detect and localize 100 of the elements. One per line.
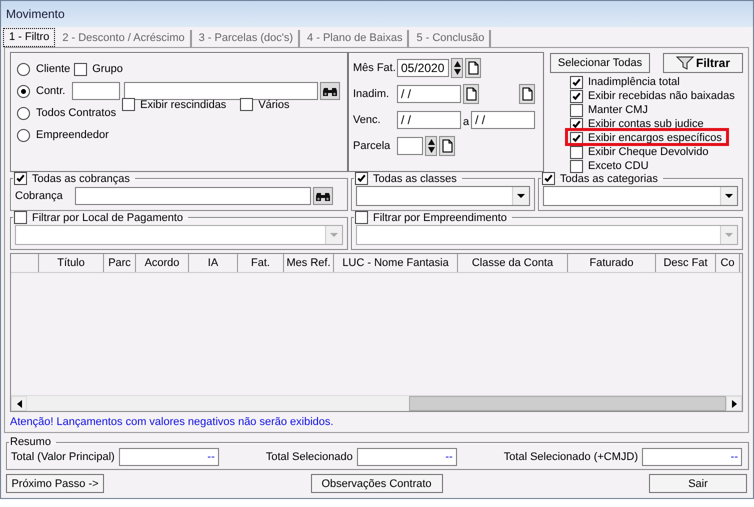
checkbox[interactable] — [355, 211, 368, 224]
search-button[interactable] — [320, 82, 340, 100]
checkbox[interactable] — [14, 211, 27, 224]
select-all-button[interactable]: Selecionar Todas — [550, 53, 650, 73]
exit-button[interactable]: Sair — [649, 474, 747, 493]
dropdown-arrow-icon — [725, 194, 733, 198]
tab[interactable]: 1 - Filtro — [3, 28, 56, 47]
date-field[interactable]: / / — [397, 85, 461, 103]
dropdown-arrow-icon — [517, 194, 525, 198]
checkbox[interactable] — [122, 98, 136, 111]
checkbox-label: Filtrar por Local de Pagamento — [32, 212, 184, 224]
total-field: -- — [356, 448, 457, 466]
binoculars-icon — [322, 85, 338, 97]
total-field: -- — [118, 448, 219, 466]
calendar-button[interactable] — [519, 84, 535, 104]
dropdown-arrow-icon — [725, 233, 733, 237]
calendar-button[interactable] — [439, 136, 455, 156]
funnel-icon — [676, 56, 694, 70]
checkbox[interactable] — [14, 172, 27, 185]
calendar-button[interactable] — [465, 58, 481, 78]
tab[interactable]: 4 - Plano de Baixas — [302, 30, 410, 47]
month-field[interactable]: 05/2020 — [397, 59, 449, 77]
column-header[interactable]: Mes Ref. — [284, 254, 334, 272]
tab[interactable]: 3 - Parcelas (doc's) — [194, 30, 300, 47]
radio-label: Todos Contratos — [36, 107, 116, 119]
window-title: Movimento — [6, 7, 65, 21]
range-separator: a — [463, 116, 470, 128]
radio-button[interactable] — [17, 106, 30, 120]
horizontal-scrollbar[interactable] — [11, 395, 742, 411]
filter-button[interactable]: Filtrar — [663, 53, 743, 73]
column-header[interactable]: Título — [39, 254, 104, 272]
field-label: Venc. — [353, 114, 382, 126]
field-label: Parcela — [353, 140, 392, 152]
calendar-button[interactable] — [463, 84, 479, 104]
checkbox[interactable] — [240, 98, 254, 111]
date-field[interactable]: / / — [397, 111, 461, 129]
categories-dropdown[interactable] — [543, 186, 738, 206]
checkbox-label: Todas as cobranças — [32, 172, 130, 184]
date-field[interactable]: / / — [471, 111, 536, 129]
checkbox[interactable] — [542, 172, 555, 185]
checkbox-label: Todas as categorias — [560, 172, 658, 184]
search-button[interactable] — [312, 187, 333, 205]
next-step-button[interactable]: Próximo Passo -> — [6, 474, 104, 493]
checkbox-label: Exibir Cheque Devolvido — [588, 146, 708, 158]
dropdown-arrow-icon — [330, 233, 338, 237]
radio-button[interactable] — [17, 128, 30, 142]
radio-label: Contr. — [36, 85, 66, 97]
binoculars-icon — [314, 190, 331, 202]
checkbox-label: Exibir contas sub judice — [588, 118, 704, 130]
warning-message: Atenção! Lançamentos com valores negativos não serão exibidos. — [10, 415, 334, 430]
column-header[interactable]: Fat. — [238, 254, 284, 272]
checkbox[interactable] — [74, 62, 88, 76]
scroll-right-icon — [732, 400, 736, 408]
contract-code-field[interactable] — [72, 82, 120, 100]
checkbox[interactable] — [570, 90, 583, 102]
field-label: Mês Fat. — [353, 62, 397, 74]
checkbox-label: Todas as classes — [373, 172, 457, 184]
radio-label: Cliente — [36, 63, 70, 75]
installment-field[interactable] — [397, 137, 423, 155]
checkbox[interactable] — [355, 172, 368, 185]
checkbox-label: Vários — [258, 98, 290, 110]
column-header[interactable]: LUC - Nome Fantasia — [334, 254, 458, 272]
field-label: Total Selecionado (+CMJD) — [504, 451, 638, 463]
total-field: -- — [642, 448, 742, 466]
contract-name-field[interactable] — [124, 82, 318, 100]
radio-button[interactable] — [17, 84, 30, 98]
column-header[interactable]: Co — [716, 254, 740, 272]
contract-notes-button[interactable]: Observações Contrato — [310, 474, 442, 493]
column-header[interactable]: Faturado — [568, 254, 656, 272]
group-title: Resumo — [10, 436, 51, 448]
spin-button[interactable] — [451, 58, 463, 78]
checkbox[interactable] — [570, 160, 583, 172]
checkbox[interactable] — [570, 146, 583, 158]
checkbox-label: Exceto CDU — [588, 160, 649, 172]
checkbox-label: Exibir recebidas não baixadas — [588, 90, 735, 102]
checkbox-label: Inadimplência total — [588, 76, 680, 88]
field-label: Inadim. — [353, 88, 390, 100]
checkbox-label: Grupo — [92, 63, 123, 75]
billing-field[interactable] — [74, 187, 311, 205]
field-label: Total (Valor Principal) — [11, 451, 115, 463]
radio-button[interactable] — [17, 62, 30, 76]
checkbox[interactable] — [570, 104, 583, 116]
column-header[interactable]: Classe da Conta — [458, 254, 568, 272]
checkbox-label: Manter CMJ — [588, 104, 648, 116]
field-label: Cobrança — [15, 190, 63, 202]
checkbox-label: Exibir rescindidas — [140, 98, 226, 110]
field-label: Total Selecionado — [266, 451, 353, 463]
radio-label: Empreendedor — [36, 129, 109, 141]
checkbox-label: Filtrar por Empreendimento — [373, 212, 507, 224]
checkbox-label: Exibir encargos específicos — [588, 132, 722, 144]
column-header[interactable]: Acordo — [136, 254, 189, 272]
tab[interactable]: 5 - Conclusão — [411, 30, 492, 47]
column-header[interactable]: IA — [189, 254, 238, 272]
classes-dropdown[interactable] — [356, 186, 530, 206]
spin-button[interactable] — [425, 136, 437, 156]
checkbox[interactable] — [570, 132, 583, 144]
tab[interactable]: 2 - Desconto / Acréscimo — [57, 30, 192, 47]
column-header[interactable]: Parc — [104, 254, 136, 272]
checkbox[interactable] — [570, 76, 583, 88]
column-header[interactable]: Desc Fat — [656, 254, 716, 272]
